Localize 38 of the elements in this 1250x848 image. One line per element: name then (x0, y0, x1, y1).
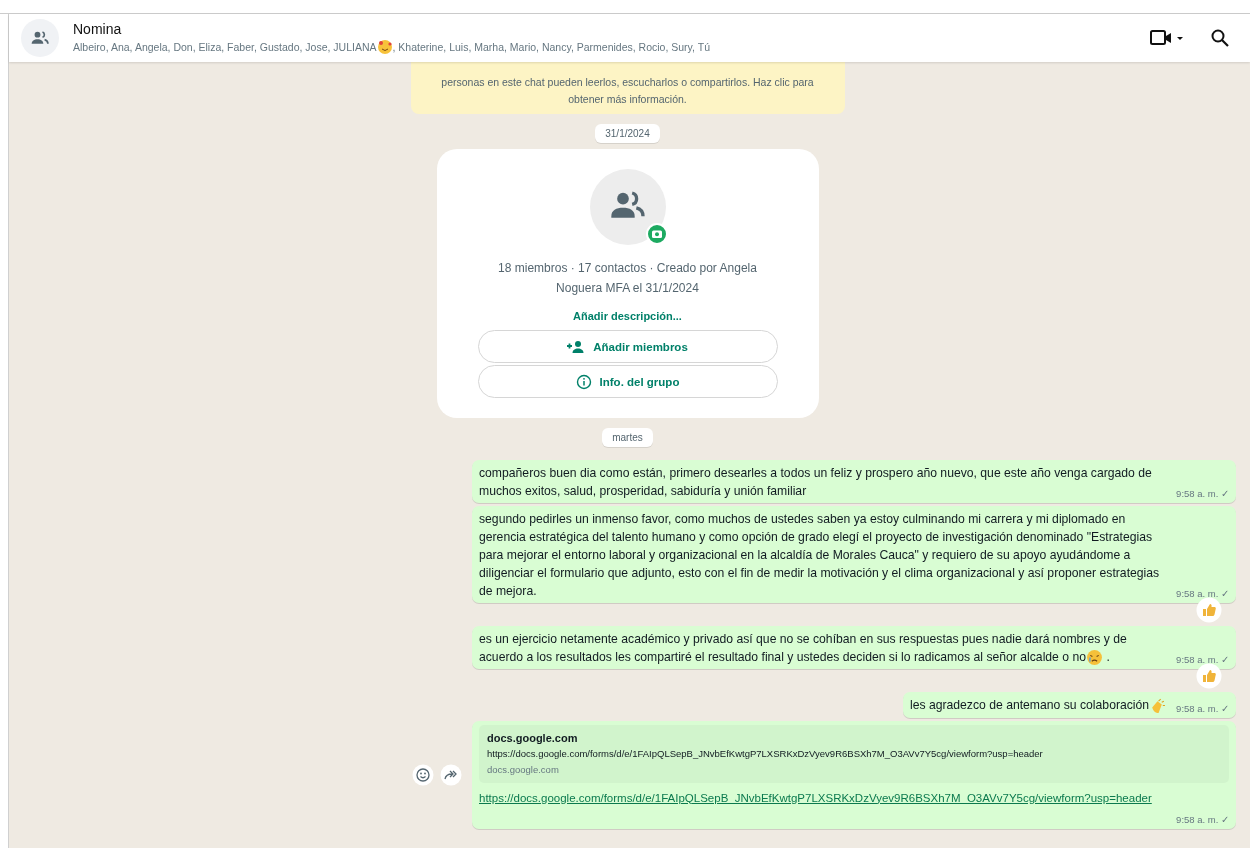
smiling-face-emoji-icon (376, 39, 393, 55)
preview-title: docs.google.com (487, 730, 579, 746)
camera-icon[interactable] (645, 223, 668, 245)
message-link[interactable]: https://docs.google.com/forms/d/e/1FAIpQLSepB_JNvbEfKwtgP7LXSRKxDzVyev9R6BSXh7M_O3AVv7Y5cg/viewform?usp=header (479, 788, 1229, 807)
emoji-reaction-icon[interactable] (412, 763, 434, 786)
video-call-icon[interactable] (1150, 28, 1184, 48)
crying-face-emoji-icon (1086, 649, 1103, 667)
message-time: 9:58 a. m. ✓ (1176, 487, 1229, 501)
message-text: compañeros buen dia como están, primero desearles a todos un feliz y prospero año nuevo, que este año venga cargado de muchos exitos, salud, prosperidad, sabiduría y unión familiar (479, 465, 1153, 500)
clapping-hands-emoji-icon (1149, 697, 1167, 715)
info-icon (575, 373, 592, 390)
message-time: 9:58 a. m. ✓ (1176, 587, 1229, 601)
search-icon[interactable] (1210, 28, 1230, 48)
member-list: Albeiro, Ana, Angela, Don, Eliza, Faber, Gustado, Jose, JULIANA (73, 41, 377, 53)
chat-title: Nomina (73, 21, 123, 37)
message-text: segundo pedirles un inmenso favor, como muchos de ustedes saben ya estoy culminando mi carrera y mi diplomado en gerencia estratégica del talento humano y como opción de grado elegí el proyecto de investigación denominado "Estrategias para mejorar el entorno laboral y organizacional en la alcaldía de Morales Cauca" y requiero de su apoyo ayudándome a diligenciar el formulario que adjunto, esto con el fin de medir la motivación y el clima organizacional y así proponer estrategias de mejora. (479, 511, 1161, 600)
message-time: 9:58 a. m. ✓ (1176, 653, 1229, 668)
date-label: 31/1/2024 (595, 124, 660, 143)
group-info-button[interactable]: Info. del grupo (477, 365, 778, 398)
message-text: es un ejercicio netamente académico y privado así que no se cohíban en sus respuestas pues nadie dará nombres y de acuerdo a los resultados les compartiré el resultado final y ustedes deciden si lo radicamos al señor alcalde o no . (479, 630, 1167, 667)
link-preview[interactable]: docs.google.com https://docs.google.com/forms/d/e/1FAIpQLSepB_JNvbEfKwtgP7LXSRKxDzVyev9R6BSXh7M_O3AVv7Y5cg/viewform?usp=header docs.google.com (479, 724, 1229, 783)
notice-text: personas en este chat pueden leerlos, escucharlos o compartirlos. Haz clic para (441, 75, 814, 90)
add-members-button[interactable]: Añadir miembros (477, 330, 778, 363)
notice-text: obtener más información. (568, 92, 687, 107)
thumbs-up-reaction-icon[interactable] (1196, 663, 1222, 690)
date-label: martes (602, 428, 653, 447)
message-text: les agradezco de antemano su colaboración (909, 696, 1167, 715)
preview-url: https://docs.google.com/forms/d/e/1FAIpQLSepB_JNvbEfKwtgP7LXSRKxDzVyev9R6BSXh7M_O3AVv7Y5cg/viewform?usp=header (487, 746, 1044, 761)
message-time: 9:58 a. m. ✓ (1176, 812, 1229, 827)
message-time: 9:58 a. m. ✓ (1176, 701, 1229, 716)
group-summary: 18 miembros · 17 contactos · Creado por Angela Noguera MFA el 31/1/2024 (497, 260, 758, 297)
add-person-icon (567, 339, 586, 354)
forward-icon[interactable] (440, 763, 462, 786)
preview-domain: docs.google.com (487, 762, 560, 777)
encryption-notice[interactable]: personas en este chat pueden leerlos, escucharlos o compartirlos. Haz clic para obtener más información. (410, 62, 845, 114)
thumbs-up-reaction-icon[interactable] (1196, 597, 1222, 623)
add-description-link[interactable]: Añadir descripción... (573, 310, 682, 322)
member-list: , Khaterine, Luis, Marha, Mario, Nancy, Parmenides, Rocio, Sury, Tú (392, 41, 710, 53)
